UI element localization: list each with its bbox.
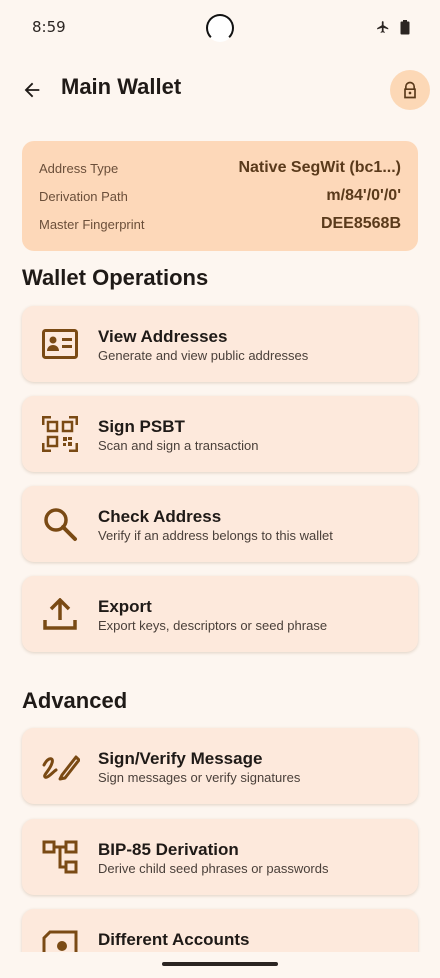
arrow-back-icon [24, 82, 40, 98]
info-value: Native SegWit (bc1...) [238, 159, 401, 176]
export-card[interactable]: Export Export keys, descriptors or seed … [22, 576, 418, 652]
bip85-derivation-card[interactable]: BIP-85 Derivation Derive child seed phra… [22, 819, 418, 895]
check-address-card[interactable]: Check Address Verify if an address belon… [22, 486, 418, 562]
account-box-icon [40, 929, 80, 952]
section-title-wallet-operations: Wallet Operations [22, 265, 209, 290]
info-value: m/84'/0'/0' [326, 187, 401, 204]
card-title: Sign PSBT [98, 417, 185, 436]
gesture-handle[interactable] [162, 962, 278, 966]
status-icons [376, 19, 410, 35]
card-title: BIP-85 Derivation [98, 840, 239, 859]
card-title: Sign/Verify Message [98, 749, 263, 768]
info-row-address-type: Address Type Native SegWit (bc1...) [39, 154, 401, 182]
airplane-mode-icon [377, 21, 389, 33]
card-subtitle: Export keys, descriptors or seed phrase [98, 618, 328, 633]
card-subtitle: Generate and view public addresses [98, 348, 309, 363]
section-title-advanced: Advanced [22, 688, 128, 713]
info-label: Address Type [39, 160, 119, 176]
signature-icon [40, 748, 80, 784]
lock-button[interactable] [390, 70, 430, 110]
sign-verify-message-card[interactable]: Sign/Verify Message Sign messages or ver… [22, 728, 418, 804]
card-title: Check Address [98, 507, 222, 526]
different-accounts-card[interactable]: Different Accounts [22, 909, 418, 952]
info-row-derivation-path: Derivation Path m/84'/0'/0' [39, 182, 401, 210]
camera-cutout [206, 14, 234, 42]
upload-icon [40, 596, 80, 632]
search-icon [40, 506, 80, 542]
app-bar: Main Wallet [0, 68, 440, 112]
card-subtitle: Sign messages or verify signatures [98, 770, 301, 785]
info-row-master-fingerprint: Master Fingerprint DEE8568B [39, 210, 401, 238]
screen: 8:59 Main Wallet Address Type Native Seg… [0, 0, 440, 952]
card-subtitle: Scan and sign a transaction [98, 438, 259, 453]
info-label: Derivation Path [39, 188, 128, 204]
back-button[interactable] [16, 74, 48, 106]
lock-icon [404, 81, 416, 99]
sign-psbt-card[interactable]: Sign PSBT Scan and sign a transaction [22, 396, 418, 472]
status-time: 8:59 [32, 18, 66, 36]
tree-icon [40, 839, 80, 875]
card-title: Different Accounts [98, 930, 250, 949]
page-title: Main Wallet [61, 74, 182, 99]
card-subtitle: Verify if an address belongs to this wal… [98, 528, 333, 543]
battery-icon [400, 19, 410, 34]
info-value: DEE8568B [320, 215, 401, 232]
card-subtitle: Derive child seed phrases or passwords [98, 861, 329, 876]
card-title: View Addresses [98, 327, 228, 346]
id-card-icon [40, 326, 80, 362]
info-label: Master Fingerprint [39, 216, 145, 232]
card-title: Export [98, 597, 152, 616]
wallet-info-card: Address Type Native SegWit (bc1...) Deri… [22, 141, 418, 251]
qr-code-icon [40, 416, 80, 452]
view-addresses-card[interactable]: View Addresses Generate and view public … [22, 306, 418, 382]
